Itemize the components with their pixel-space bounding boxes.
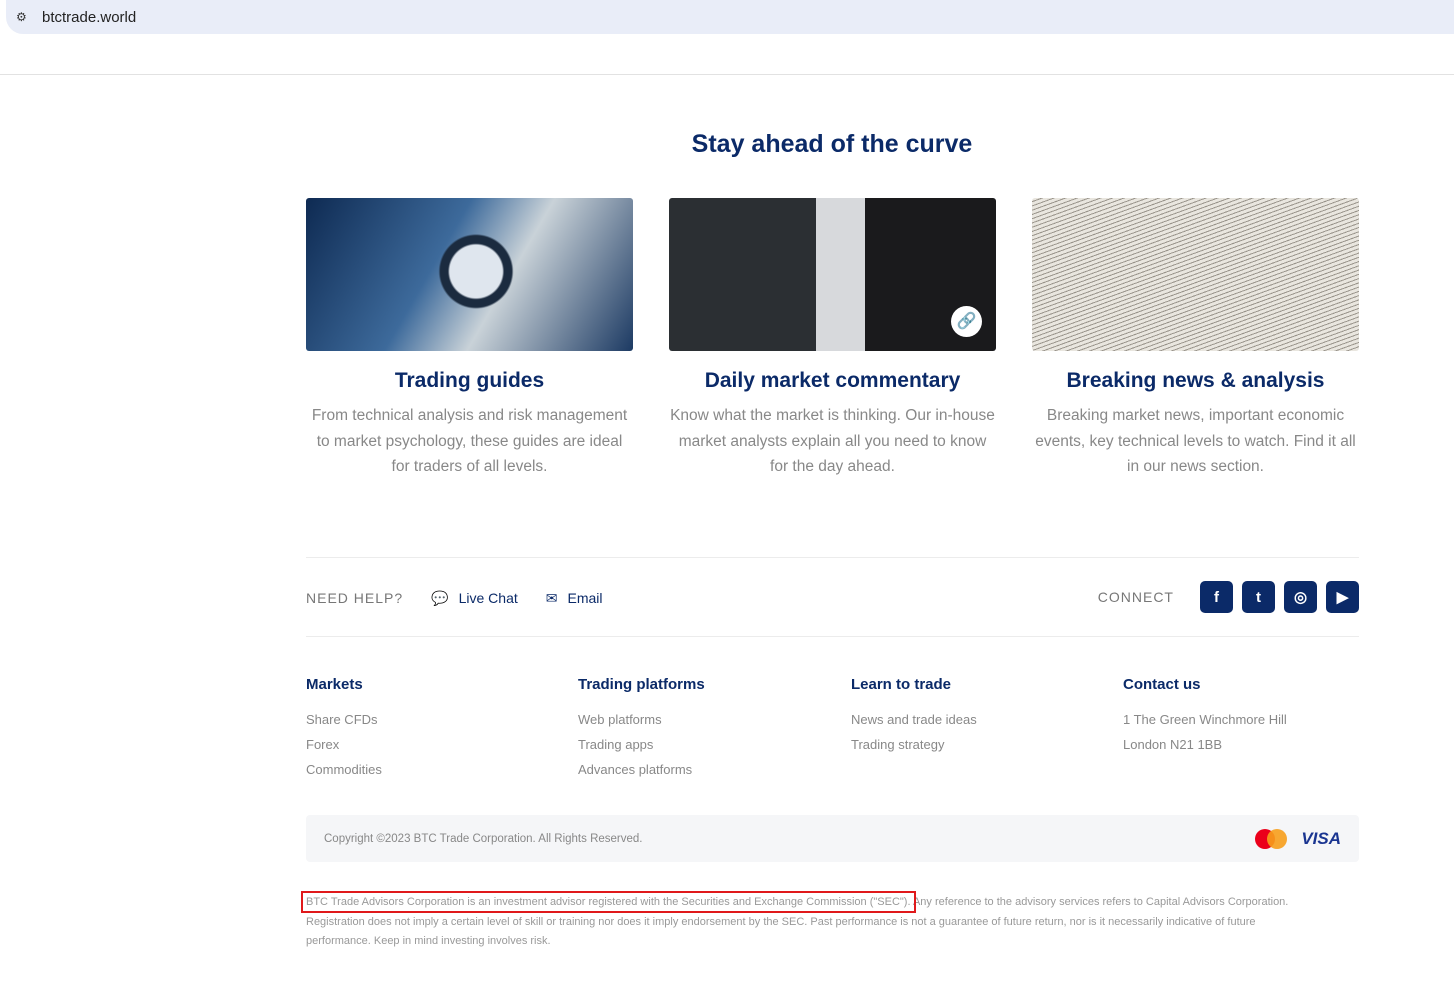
disclaimer: BTC Trade Advisors Corporation is an inv… <box>301 891 1316 952</box>
footer-col-platforms: Trading platforms Web platforms Trading … <box>578 676 828 787</box>
card-title[interactable]: Trading guides <box>306 369 633 393</box>
footer-link[interactable]: Share CFDs <box>306 712 556 737</box>
footer-link[interactable]: Trading strategy <box>851 737 1101 762</box>
youtube-icon[interactable]: ▶ <box>1326 581 1359 613</box>
footer-col-markets: Markets Share CFDs Forex Commodities <box>306 676 556 787</box>
compass-image <box>306 198 633 351</box>
card-breaking-news[interactable]: Breaking news & analysis Breaking market… <box>1032 198 1359 480</box>
footer-link[interactable]: Web platforms <box>578 712 828 737</box>
footer-heading: Trading platforms <box>578 676 705 693</box>
divider <box>306 636 1359 637</box>
mastercard-icon <box>1255 828 1288 849</box>
card-text: Breaking market news, important economic… <box>1035 407 1356 475</box>
card-text: From technical analysis and risk managem… <box>311 407 628 475</box>
footer-link[interactable]: Forex <box>306 737 556 762</box>
header-divider <box>0 74 1454 75</box>
copyright-bar: Copyright ©2023 BTC Trade Corporation. A… <box>306 815 1359 862</box>
email-icon: ✉ <box>545 589 558 606</box>
site-settings-icon[interactable]: ⚙ <box>16 10 30 24</box>
visa-icon: VISA <box>1301 828 1341 848</box>
instagram-icon[interactable]: ◎ <box>1284 581 1317 613</box>
address-line: 1 The Green Winchmore Hill <box>1123 712 1287 727</box>
newspaper-image <box>1032 198 1359 351</box>
trader-image: 🔗 <box>669 198 996 351</box>
need-help-label: NEED HELP? <box>306 590 404 606</box>
card-title[interactable]: Breaking news & analysis <box>1032 369 1359 393</box>
footer-col-contact: Contact us 1 The Green Winchmore Hill Lo… <box>1123 676 1373 762</box>
footer-col-learn: Learn to trade News and trade ideas Trad… <box>851 676 1101 762</box>
footer-link[interactable]: Commodities <box>306 762 556 787</box>
address-line: London N21 1BB <box>1123 737 1223 752</box>
email-link[interactable]: ✉ Email <box>546 590 603 607</box>
address-bar[interactable]: ⚙ btctrade.world <box>6 0 1454 34</box>
divider <box>306 557 1359 558</box>
card-text: Know what the market is thinking. Our in… <box>670 407 995 475</box>
footer-heading: Learn to trade <box>851 676 952 693</box>
disclaimer-highlighted: BTC Trade Advisors Corporation is an inv… <box>301 891 916 913</box>
live-chat-label[interactable]: Live Chat <box>459 590 518 606</box>
url-text[interactable]: btctrade.world <box>42 9 136 26</box>
copyright-text: Copyright ©2023 BTC Trade Corporation. A… <box>324 832 643 845</box>
email-label[interactable]: Email <box>567 590 602 606</box>
facebook-icon[interactable]: f <box>1200 581 1233 613</box>
footer-link[interactable]: News and trade ideas <box>851 712 1101 737</box>
link-icon[interactable]: 🔗 <box>951 306 982 337</box>
chat-icon: 💬 <box>431 589 449 606</box>
live-chat-link[interactable]: 💬 Live Chat <box>431 590 518 607</box>
card-trading-guides[interactable]: Trading guides From technical analysis a… <box>306 198 633 480</box>
section-title: Stay ahead of the curve <box>691 130 973 158</box>
twitter-icon[interactable]: t <box>1242 581 1275 613</box>
footer-heading: Markets <box>306 676 363 693</box>
card-title[interactable]: Daily market commentary <box>669 369 996 393</box>
card-daily-commentary[interactable]: 🔗 Daily market commentary Know what the … <box>669 198 996 480</box>
social-links: CONNECT f t ◎ ▶ <box>1098 581 1359 613</box>
connect-label: CONNECT <box>1097 589 1174 605</box>
footer-link[interactable]: Trading apps <box>578 737 828 762</box>
footer-link[interactable]: Advances platforms <box>578 762 828 787</box>
footer-heading: Contact us <box>1123 676 1201 693</box>
